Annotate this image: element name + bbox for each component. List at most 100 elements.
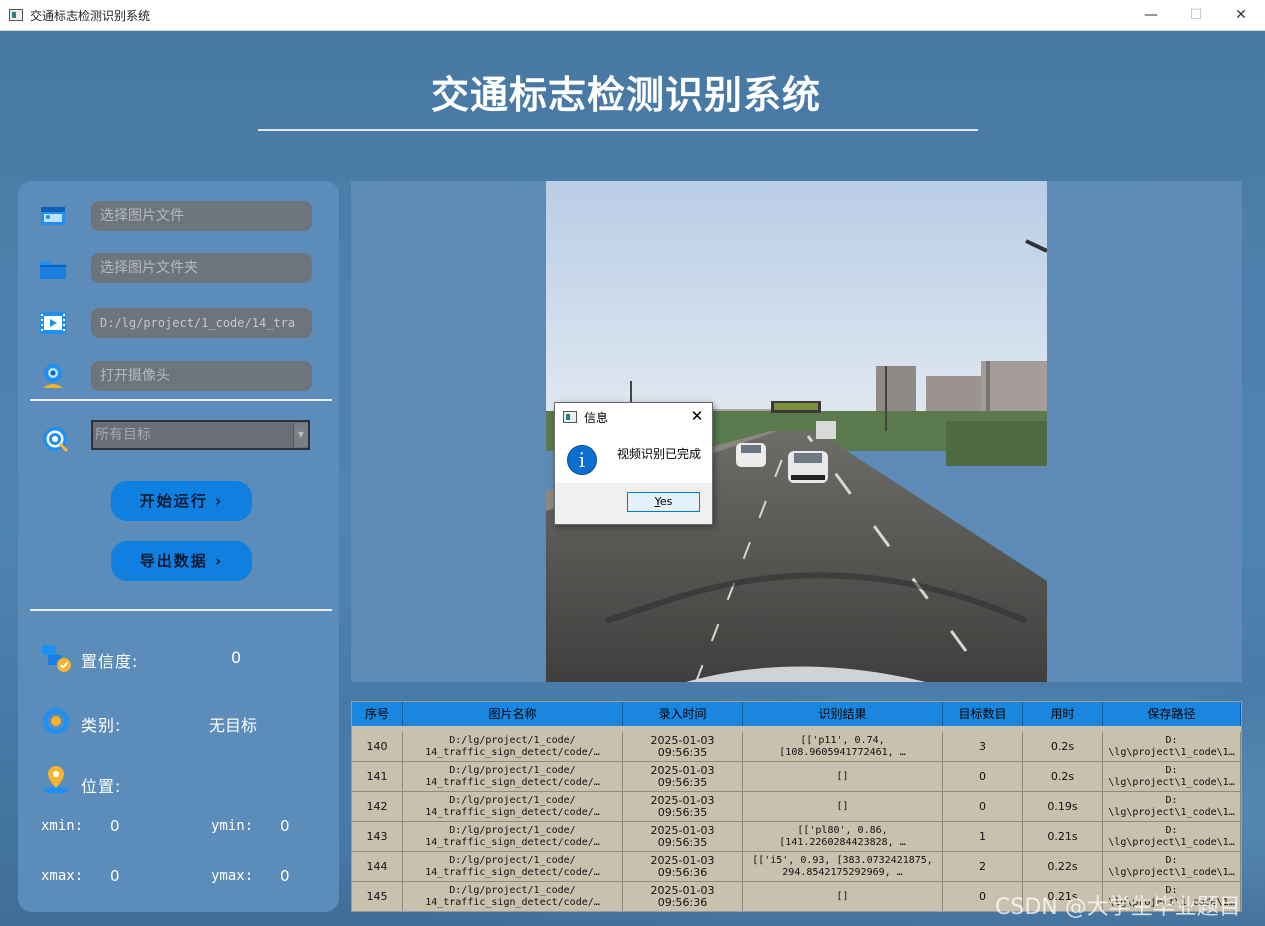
camera-input[interactable]: 打开摄像头 bbox=[91, 361, 312, 391]
webcam-icon[interactable] bbox=[38, 362, 68, 390]
video-icon[interactable] bbox=[38, 309, 68, 337]
class-value: 无目标 bbox=[209, 716, 258, 735]
divider bbox=[30, 399, 332, 401]
table-cell-elapsed: 0.22s bbox=[1023, 852, 1103, 881]
control-panel: 选择图片文件 选择图片文件夹 D:/lg/project/1_code/14_t… bbox=[18, 181, 339, 912]
title-underline bbox=[258, 129, 978, 131]
video-file-input[interactable]: D:/lg/project/1_code/14_tra bbox=[91, 308, 312, 338]
table-cell-time: 2025-01-03 09:56:36 bbox=[623, 882, 743, 911]
table-cell-id: 145 bbox=[352, 882, 403, 911]
dialog-message: 视频识别已完成 bbox=[617, 447, 702, 461]
table-cell-name: D:/lg/project/1_code/ 14_traffic_sign_de… bbox=[403, 882, 623, 911]
table-cell-count: 2 bbox=[943, 852, 1023, 881]
table-cell-id: 140 bbox=[352, 732, 403, 761]
xmin-value: 0 bbox=[110, 817, 120, 835]
table-row[interactable]: 144 D:/lg/project/1_code/ 14_traffic_sign… bbox=[352, 852, 1241, 882]
target-class-selected: 所有目标 bbox=[95, 427, 151, 443]
target-class-select[interactable]: 所有目标 ▼ bbox=[91, 420, 310, 450]
ymin-value: 0 bbox=[280, 817, 290, 835]
table-cell-path: D: \lg\project\1_code\1… bbox=[1103, 792, 1241, 821]
table-cell-path: D: \lg\project\1_code\1… bbox=[1103, 852, 1241, 881]
preview-area bbox=[351, 181, 1242, 682]
dialog-close-icon[interactable]: ✕ bbox=[687, 406, 707, 426]
info-icon: i bbox=[567, 445, 597, 475]
table-cell-time: 2025-01-03 09:56:36 bbox=[623, 852, 743, 881]
maximize-button[interactable]: ☐ bbox=[1173, 0, 1219, 30]
image-file-row: 选择图片文件 bbox=[18, 201, 339, 233]
export-data-button[interactable]: 导出数据 › bbox=[111, 541, 252, 581]
table-cell-elapsed: 0.21s bbox=[1023, 822, 1103, 851]
ymax-label: ymax: bbox=[211, 868, 254, 884]
table-cell-elapsed: 0.2s bbox=[1023, 732, 1103, 761]
table-row[interactable]: 142 D:/lg/project/1_code/ 14_traffic_sign… bbox=[352, 792, 1241, 822]
page-title: 交通标志检测识别系统 bbox=[430, 73, 821, 117]
image-folder-row: 选择图片文件夹 bbox=[18, 253, 339, 285]
class-icon bbox=[43, 708, 69, 734]
table-cell-count: 0 bbox=[943, 762, 1023, 791]
position-label: 位置: bbox=[81, 777, 122, 796]
dialog-app-icon bbox=[563, 411, 577, 423]
table-cell-name: D:/lg/project/1_code/ 14_traffic_sign_de… bbox=[403, 792, 623, 821]
app-icon bbox=[9, 9, 23, 21]
column-header-time[interactable]: 录入时间 bbox=[623, 702, 743, 726]
chevron-down-icon[interactable]: ▼ bbox=[293, 423, 308, 447]
camera-row: 打开摄像头 bbox=[18, 361, 339, 393]
table-cell-result: [['pl80', 0.86, [141.2260284423828, … bbox=[743, 822, 943, 851]
ymin-label: ymin: bbox=[211, 818, 254, 834]
watermark: CSDN @大学生毕业题目 bbox=[995, 895, 1241, 920]
target-icon bbox=[43, 427, 69, 453]
start-run-button[interactable]: 开始运行 › bbox=[111, 481, 252, 521]
dialog-footer: Yes bbox=[555, 483, 712, 524]
ymax-value: 0 bbox=[280, 867, 290, 885]
column-header-elapsed[interactable]: 用时 bbox=[1023, 702, 1103, 726]
image-file-input[interactable]: 选择图片文件 bbox=[91, 201, 312, 231]
table-header: 序号 图片名称 录入时间 识别结果 目标数目 用时 保存路径 bbox=[352, 702, 1241, 726]
close-window-button[interactable]: ✕ bbox=[1218, 0, 1264, 30]
video-file-row: D:/lg/project/1_code/14_tra bbox=[18, 308, 339, 340]
table-cell-count: 0 bbox=[943, 792, 1023, 821]
table-cell-elapsed: 0.19s bbox=[1023, 792, 1103, 821]
table-cell-count: 3 bbox=[943, 732, 1023, 761]
results-table[interactable]: 序号 图片名称 录入时间 识别结果 目标数目 用时 保存路径 140 D:/lg/… bbox=[351, 701, 1242, 912]
table-cell-result: [] bbox=[743, 792, 943, 821]
minimize-button[interactable]: — bbox=[1128, 0, 1174, 30]
table-row[interactable]: 143 D:/lg/project/1_code/ 14_traffic_sign… bbox=[352, 822, 1241, 852]
table-cell-time: 2025-01-03 09:56:35 bbox=[623, 762, 743, 791]
confidence-icon bbox=[42, 645, 71, 672]
image-folder-input[interactable]: 选择图片文件夹 bbox=[91, 253, 312, 283]
table-cell-result: [['p11', 0.74, [108.9605941772461, … bbox=[743, 732, 943, 761]
xmin-label: xmin: bbox=[41, 818, 84, 834]
confidence-label: 置信度: bbox=[81, 652, 139, 671]
window-titlebar: 交通标志检测识别系统 — ☐ ✕ bbox=[0, 0, 1265, 31]
table-cell-id: 144 bbox=[352, 852, 403, 881]
column-header-result[interactable]: 识别结果 bbox=[743, 702, 943, 726]
table-cell-path: D: \lg\project\1_code\1… bbox=[1103, 822, 1241, 851]
class-label: 类别: bbox=[81, 716, 122, 735]
table-cell-count: 1 bbox=[943, 822, 1023, 851]
column-header-save-path[interactable]: 保存路径 bbox=[1103, 702, 1241, 726]
folder-icon[interactable] bbox=[38, 254, 68, 282]
table-cell-id: 142 bbox=[352, 792, 403, 821]
table-cell-path: D: \lg\project\1_code\1… bbox=[1103, 732, 1241, 761]
table-cell-name: D:/lg/project/1_code/ 14_traffic_sign_de… bbox=[403, 762, 623, 791]
table-cell-name: D:/lg/project/1_code/ 14_traffic_sign_de… bbox=[403, 822, 623, 851]
xmax-value: 0 bbox=[110, 867, 120, 885]
column-header-image-name[interactable]: 图片名称 bbox=[403, 702, 623, 726]
table-cell-time: 2025-01-03 09:56:35 bbox=[623, 792, 743, 821]
column-header-count[interactable]: 目标数目 bbox=[943, 702, 1023, 726]
table-cell-time: 2025-01-03 09:56:35 bbox=[623, 822, 743, 851]
yes-button[interactable]: Yes bbox=[627, 492, 700, 512]
column-header-id[interactable]: 序号 bbox=[352, 702, 403, 726]
xmax-label: xmax: bbox=[41, 868, 84, 884]
dialog-title: 信息 bbox=[584, 411, 609, 425]
location-pin-icon bbox=[44, 766, 68, 794]
table-cell-id: 143 bbox=[352, 822, 403, 851]
confidence-value: 0 bbox=[231, 648, 242, 667]
image-file-icon[interactable] bbox=[38, 202, 68, 230]
table-cell-result: [] bbox=[743, 882, 943, 911]
car-shape bbox=[788, 451, 828, 483]
table-row[interactable]: 140 D:/lg/project/1_code/ 14_traffic_sign… bbox=[352, 732, 1241, 762]
table-row[interactable]: 141 D:/lg/project/1_code/ 14_traffic_sign… bbox=[352, 762, 1241, 792]
table-cell-id: 141 bbox=[352, 762, 403, 791]
divider bbox=[30, 609, 332, 611]
